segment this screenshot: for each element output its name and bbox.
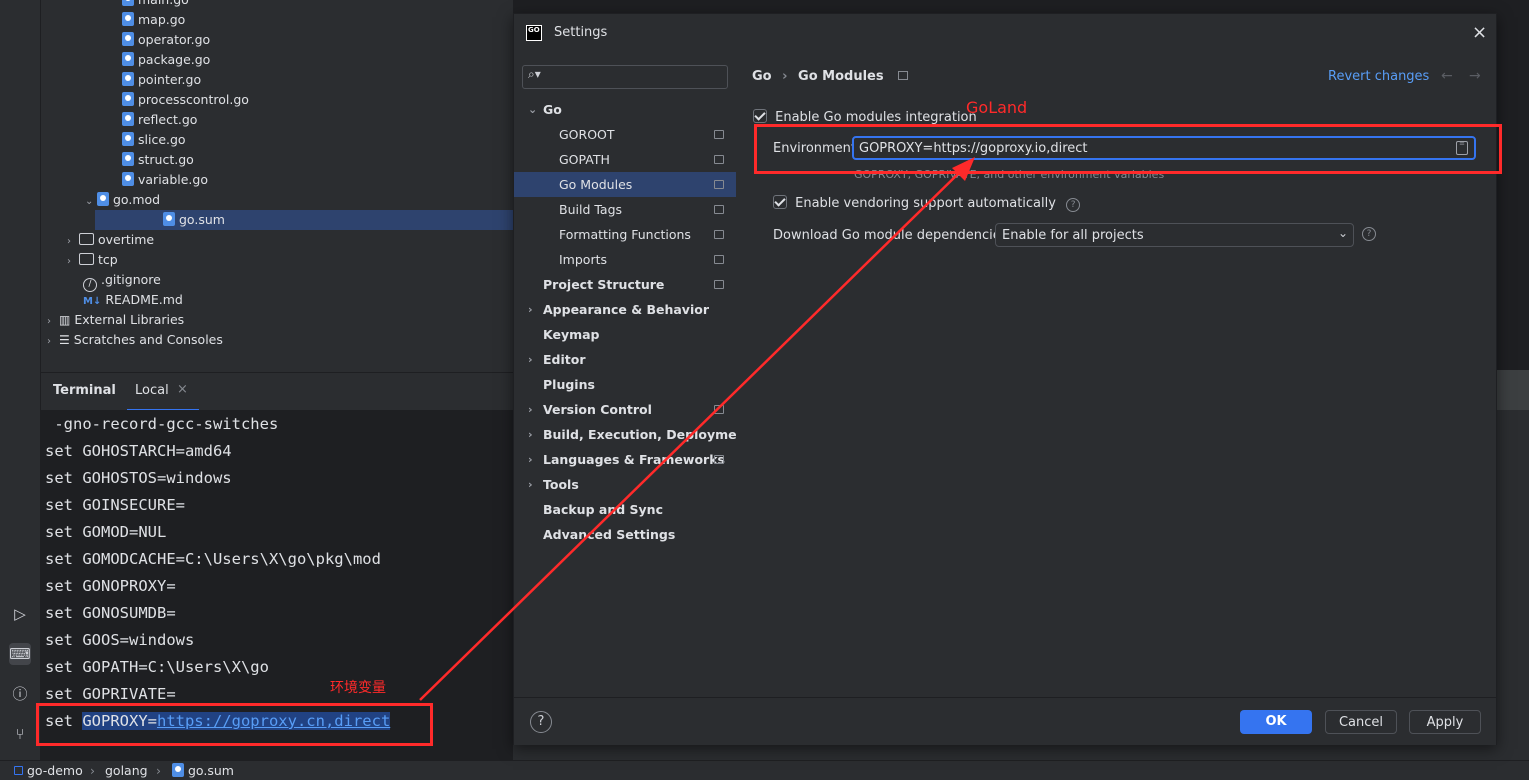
annotation-arrow (419, 157, 975, 701)
